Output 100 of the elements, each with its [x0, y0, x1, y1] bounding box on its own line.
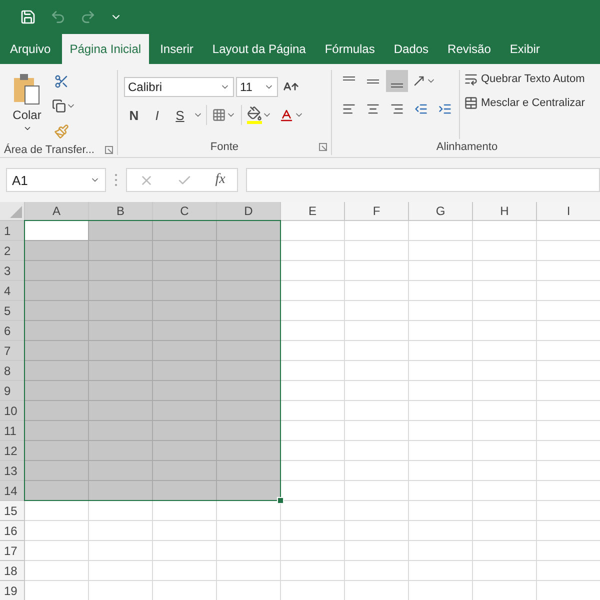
worksheet-cell[interactable] [25, 361, 89, 381]
worksheet-cell[interactable] [409, 501, 473, 521]
worksheet-cell[interactable] [89, 361, 153, 381]
row-header[interactable]: 4 [0, 281, 25, 301]
row-header[interactable]: 16 [0, 521, 25, 541]
paste-button[interactable]: Colar [6, 70, 48, 142]
worksheet-cell[interactable] [217, 261, 281, 281]
worksheet-cell[interactable] [473, 461, 537, 481]
row-header[interactable]: 17 [0, 541, 25, 561]
select-all-button[interactable] [0, 202, 25, 221]
worksheet-cell[interactable] [25, 441, 89, 461]
ribbon-tab[interactable]: Layout da Página [204, 34, 314, 64]
worksheet-cell[interactable] [217, 321, 281, 341]
dialog-launcher-icon[interactable] [319, 143, 327, 151]
row-header[interactable]: 3 [0, 261, 25, 281]
worksheet-cell[interactable] [25, 261, 89, 281]
font-size-field[interactable]: 11 [236, 77, 278, 97]
worksheet-cell[interactable] [473, 421, 537, 441]
worksheet-cell[interactable] [281, 221, 345, 241]
worksheet-cell[interactable] [345, 241, 409, 261]
worksheet-cell[interactable] [89, 541, 153, 561]
column-header[interactable]: A [25, 202, 89, 221]
worksheet-cell[interactable] [153, 441, 217, 461]
worksheet-cell[interactable] [281, 541, 345, 561]
worksheet-cell[interactable] [25, 301, 89, 321]
worksheet-cell[interactable] [217, 421, 281, 441]
worksheet-cell[interactable] [345, 441, 409, 461]
worksheet-cell[interactable] [281, 441, 345, 461]
row-header[interactable]: 15 [0, 501, 25, 521]
worksheet-cell[interactable] [345, 481, 409, 501]
worksheet-cell[interactable] [281, 301, 345, 321]
row-header[interactable]: 9 [0, 381, 25, 401]
ribbon-tab[interactable]: Página Inicial [62, 34, 150, 64]
save-icon[interactable] [20, 9, 36, 25]
column-header[interactable]: G [409, 202, 473, 221]
worksheet-cell[interactable] [345, 401, 409, 421]
worksheet-cell[interactable] [281, 521, 345, 541]
worksheet-cell[interactable] [473, 241, 537, 261]
worksheet-cell[interactable] [217, 381, 281, 401]
worksheet-cell[interactable] [473, 481, 537, 501]
worksheet-cell[interactable] [281, 361, 345, 381]
row-header[interactable]: 6 [0, 321, 25, 341]
worksheet-cell[interactable] [473, 281, 537, 301]
worksheet-cell[interactable] [153, 241, 217, 261]
worksheet-cell[interactable] [89, 241, 153, 261]
worksheet-cell[interactable] [409, 361, 473, 381]
worksheet-cell[interactable] [473, 401, 537, 421]
ribbon-tab[interactable]: Arquivo [2, 34, 59, 64]
worksheet-cell[interactable] [89, 381, 153, 401]
row-header[interactable]: 11 [0, 421, 25, 441]
worksheet-cell[interactable] [25, 481, 89, 501]
ribbon-tab[interactable]: Fórmulas [316, 34, 383, 64]
worksheet-cell[interactable] [409, 461, 473, 481]
row-header[interactable]: 18 [0, 561, 25, 581]
worksheet-cell[interactable] [217, 501, 281, 521]
worksheet-cell[interactable] [153, 281, 217, 301]
worksheet-cell[interactable] [281, 481, 345, 501]
worksheet-cell[interactable] [473, 321, 537, 341]
worksheet-cell[interactable] [25, 401, 89, 421]
worksheet-cell[interactable] [473, 341, 537, 361]
column-header[interactable]: C [153, 202, 217, 221]
worksheet-cell[interactable] [473, 261, 537, 281]
worksheet-cell[interactable] [153, 321, 217, 341]
worksheet-cell[interactable] [89, 521, 153, 541]
worksheet-cell[interactable] [217, 481, 281, 501]
worksheet-cell[interactable] [345, 421, 409, 441]
worksheet-cell[interactable] [153, 561, 217, 581]
worksheet-cell[interactable] [217, 221, 281, 241]
row-header[interactable]: 13 [0, 461, 25, 481]
worksheet-cell[interactable] [153, 301, 217, 321]
row-header[interactable]: 14 [0, 481, 25, 501]
worksheet-cell[interactable] [409, 401, 473, 421]
worksheet-cell[interactable] [345, 341, 409, 361]
worksheet-cell[interactable] [409, 261, 473, 281]
row-header[interactable]: 7 [0, 341, 25, 361]
worksheet-cell[interactable] [217, 541, 281, 561]
worksheet-cell[interactable] [345, 541, 409, 561]
worksheet-cell[interactable] [281, 561, 345, 581]
worksheet-cell[interactable] [409, 481, 473, 501]
row-header[interactable]: 8 [0, 361, 25, 381]
worksheet-cell[interactable] [281, 501, 345, 521]
formula-input[interactable] [246, 168, 600, 192]
worksheet-cell[interactable] [281, 401, 345, 421]
wrap-text-button[interactable]: Quebrar Texto Autom [464, 70, 585, 88]
worksheet-cell[interactable] [89, 281, 153, 301]
row-header[interactable]: 10 [0, 401, 25, 421]
worksheet-cell[interactable] [409, 541, 473, 561]
worksheet-cell[interactable] [217, 401, 281, 421]
column-header[interactable]: H [473, 202, 537, 221]
worksheet-cell[interactable] [345, 321, 409, 341]
worksheet-cell[interactable] [345, 521, 409, 541]
worksheet-cell[interactable] [25, 561, 89, 581]
font-style-button[interactable]: I [147, 104, 167, 126]
worksheet-cell[interactable] [345, 361, 409, 381]
fill-handle[interactable] [277, 497, 284, 504]
worksheet-cell[interactable] [217, 441, 281, 461]
merge-center-button[interactable]: Mesclar e Centralizar [464, 94, 585, 112]
row-header[interactable]: 2 [0, 241, 25, 261]
worksheet-cell[interactable] [89, 301, 153, 321]
worksheet-cell[interactable] [25, 321, 89, 341]
